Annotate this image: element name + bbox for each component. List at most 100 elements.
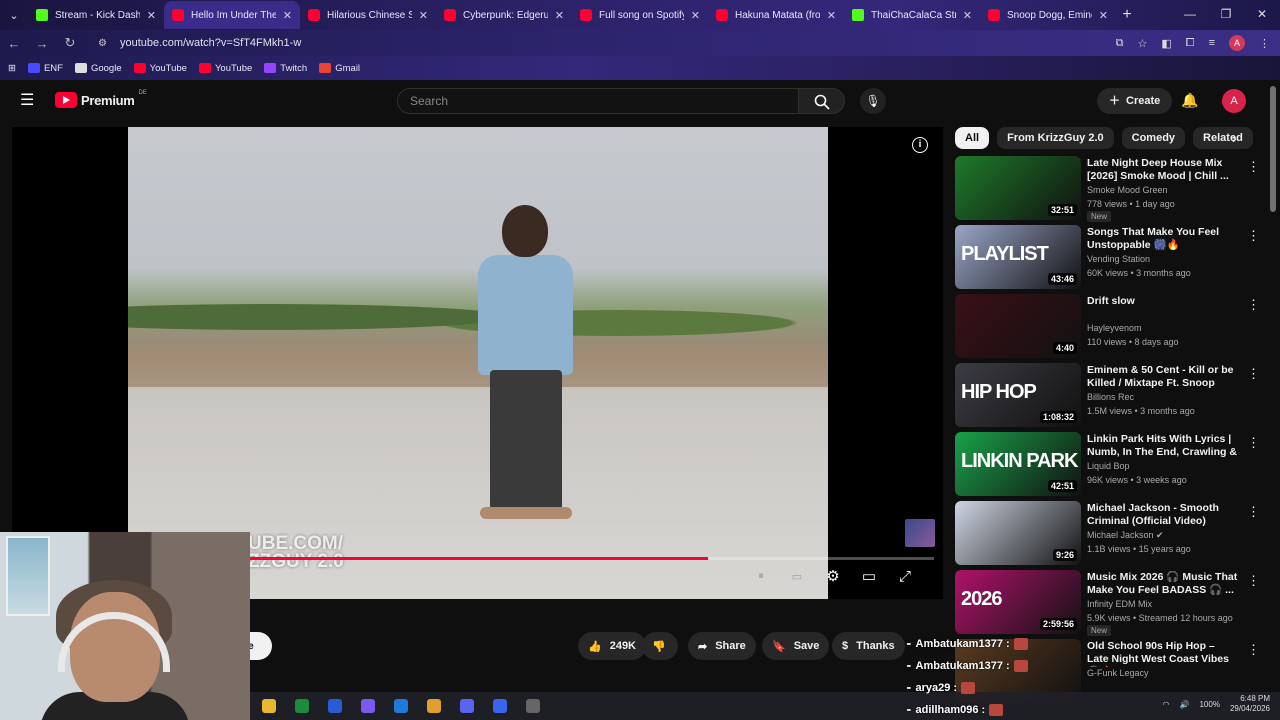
- close-tab-icon[interactable]: ✕: [963, 9, 972, 22]
- video-title[interactable]: Linkin Park Hits With Lyrics | Numb, In …: [1087, 433, 1239, 460]
- bookmark-item[interactable]: Google: [74, 63, 122, 74]
- tab-search-icon[interactable]: ⌄: [0, 9, 28, 22]
- recommendation-item[interactable]: 32:51 Late Night Deep House Mix [2026] Sm…: [955, 155, 1265, 224]
- browser-tab[interactable]: Hakuna Matata (fro ✕: [708, 1, 844, 29]
- bookmark-item[interactable]: YouTube: [198, 63, 252, 74]
- more-options-icon[interactable]: ⋮: [1247, 159, 1260, 175]
- theater-mode-icon[interactable]: ▭: [860, 567, 878, 585]
- close-tab-icon[interactable]: ✕: [827, 9, 836, 22]
- recommendation-item[interactable]: HIP HOP 1:08:32 Eminem & 50 Cent - Kill or…: [955, 362, 1265, 431]
- filter-chip[interactable]: Comedy: [1121, 127, 1186, 149]
- voice-search-button[interactable]: 🎙: [860, 88, 886, 114]
- restore-button[interactable]: ❐: [1208, 0, 1244, 30]
- video-thumbnail[interactable]: PLAYLIST 43:46: [955, 225, 1081, 289]
- settings-gear-icon[interactable]: ⚙: [824, 567, 842, 585]
- browser-tab[interactable]: Snoop Dogg, Emine ✕: [980, 1, 1116, 29]
- media-icon[interactable]: ≡: [1209, 37, 1215, 49]
- taskbar-app-icon[interactable]: [322, 695, 348, 717]
- guide-menu-icon[interactable]: ☰: [20, 93, 36, 109]
- bookmark-item[interactable]: Gmail: [319, 63, 360, 74]
- video-title[interactable]: Michael Jackson - Smooth Criminal (Offic…: [1087, 502, 1239, 528]
- channel-name[interactable]: Smoke Mood Green: [1087, 185, 1168, 195]
- more-options-icon[interactable]: ⋮: [1247, 228, 1260, 244]
- filter-chip[interactable]: From KrizzGuy 2.0: [997, 127, 1114, 149]
- save-button[interactable]: 🔖 Save: [762, 632, 830, 660]
- notifications-bell-icon[interactable]: 🔔: [1181, 92, 1198, 109]
- browser-tab[interactable]: Hello Im Under The ✕: [164, 1, 300, 29]
- channel-name[interactable]: Hayleyvenom: [1087, 323, 1142, 333]
- more-options-icon[interactable]: ⋮: [1247, 435, 1260, 451]
- taskbar-app-icon[interactable]: [289, 695, 315, 717]
- reload-icon[interactable]: ↻: [56, 35, 84, 51]
- video-thumbnail[interactable]: 4:40: [955, 294, 1081, 358]
- video-player[interactable]: UBE.COM/ ZZGUY 2.0 i ⏸ ▭ ⚙ ▭ ⤢: [12, 127, 943, 599]
- close-window-button[interactable]: ✕: [1244, 0, 1280, 30]
- channel-name[interactable]: Billions Rec: [1087, 392, 1134, 402]
- bookmark-star-icon[interactable]: ☆: [1137, 37, 1147, 50]
- channel-name[interactable]: Michael Jackson ✔: [1087, 530, 1164, 541]
- channel-name[interactable]: Infinity EDM Mix: [1087, 599, 1152, 609]
- browser-tab[interactable]: Hilarious Chinese So ✕: [300, 1, 436, 29]
- video-thumbnail[interactable]: 32:51: [955, 156, 1081, 220]
- browser-tab[interactable]: ThaiChaCalaCa Strea ✕: [844, 1, 980, 29]
- close-tab-icon[interactable]: ✕: [691, 9, 700, 22]
- account-avatar[interactable]: A: [1222, 89, 1246, 113]
- browser-tab[interactable]: Full song on Spotify ✕: [572, 1, 708, 29]
- video-title[interactable]: Songs That Make You Feel Unstoppable 🎆🔥: [1087, 226, 1239, 252]
- page-scrollbar[interactable]: [1270, 86, 1276, 212]
- video-title[interactable]: Music Mix 2026 🎧 Music That Make You Fee…: [1087, 571, 1239, 597]
- taskbar-app-icon[interactable]: [388, 695, 414, 717]
- new-tab-button[interactable]: +: [1116, 6, 1138, 24]
- taskbar-app-icon[interactable]: [454, 695, 480, 717]
- channel-watermark-thumbnail[interactable]: [905, 519, 935, 547]
- browser-tab[interactable]: Stream - Kick Dashb ✕: [28, 1, 164, 29]
- video-thumbnail[interactable]: HIP HOP 1:08:32: [955, 363, 1081, 427]
- forward-icon[interactable]: →: [28, 36, 56, 51]
- chevron-right-icon[interactable]: ›: [1232, 130, 1237, 146]
- taskbar-app-icon[interactable]: [421, 695, 447, 717]
- search-button[interactable]: [799, 88, 845, 114]
- recommendation-item[interactable]: 4:40 Drift slow Hayleyvenom 110 views • 8 d…: [955, 293, 1265, 362]
- close-tab-icon[interactable]: ✕: [283, 9, 292, 22]
- search-input[interactable]: Search: [397, 88, 799, 114]
- close-tab-icon[interactable]: ✕: [1099, 9, 1108, 22]
- recommendation-item[interactable]: PLAYLIST 43:46 Songs That Make You Feel Un…: [955, 224, 1265, 293]
- cast-icon[interactable]: ⧉: [1116, 37, 1124, 50]
- progress-bar[interactable]: [248, 557, 934, 560]
- taskbar-app-icon[interactable]: [520, 695, 546, 717]
- more-options-icon[interactable]: ⋮: [1247, 366, 1260, 382]
- share-button[interactable]: ➦ Share: [688, 632, 756, 660]
- like-button[interactable]: 👍 249K: [578, 632, 646, 660]
- filter-chip[interactable]: Related: [1193, 127, 1253, 149]
- video-frame[interactable]: [128, 127, 828, 599]
- taskbar-app-icon[interactable]: [256, 695, 282, 717]
- recommendation-item[interactable]: 2026 2:59:56 Music Mix 2026 🎧 Music That M…: [955, 569, 1265, 638]
- more-options-icon[interactable]: ⋮: [1247, 297, 1260, 313]
- apps-grid-icon[interactable]: ⊞: [8, 63, 16, 74]
- back-icon[interactable]: ←: [0, 36, 28, 51]
- menu-icon[interactable]: ⋮: [1259, 37, 1270, 50]
- more-options-icon[interactable]: ⋮: [1247, 504, 1260, 520]
- site-info-icon[interactable]: ⚙: [98, 38, 114, 49]
- recommendation-item[interactable]: LINKIN PARK 42:51 Linkin Park Hits With Ly…: [955, 431, 1265, 500]
- bookmark-item[interactable]: Twitch: [264, 63, 307, 74]
- captions-icon[interactable]: ▭: [788, 570, 806, 583]
- puzzle-icon[interactable]: ⧠: [1186, 37, 1195, 50]
- pause-icon[interactable]: ⏸: [752, 570, 770, 583]
- info-icon[interactable]: i: [912, 137, 928, 153]
- video-thumbnail[interactable]: 2026 2:59:56: [955, 570, 1081, 634]
- video-title[interactable]: Drift slow: [1087, 295, 1239, 308]
- close-tab-icon[interactable]: ✕: [555, 9, 564, 22]
- taskbar-app-icon[interactable]: [487, 695, 513, 717]
- more-options-icon[interactable]: ⋮: [1247, 573, 1260, 589]
- browser-tab[interactable]: Cyberpunk: Edgerun ✕: [436, 1, 572, 29]
- extension-icon[interactable]: ◧: [1161, 37, 1171, 50]
- video-title[interactable]: Eminem & 50 Cent - Kill or be Killed / M…: [1087, 364, 1239, 391]
- video-thumbnail[interactable]: 9:26: [955, 501, 1081, 565]
- create-button[interactable]: ＋ Create: [1097, 88, 1173, 114]
- close-tab-icon[interactable]: ✕: [147, 9, 156, 22]
- profile-avatar[interactable]: A: [1229, 35, 1245, 51]
- filter-chip[interactable]: All: [955, 127, 990, 149]
- youtube-logo[interactable]: Premium DE: [55, 90, 147, 108]
- bookmark-item[interactable]: ENF: [27, 63, 63, 74]
